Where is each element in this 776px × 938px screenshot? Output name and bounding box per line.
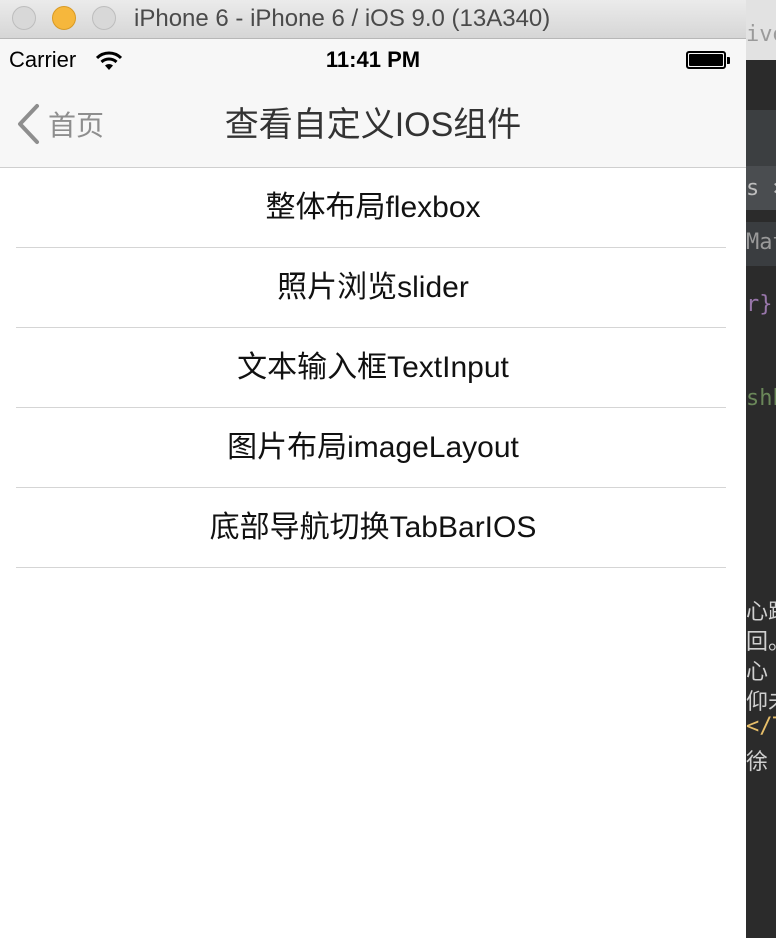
editor-header: Mat bbox=[746, 222, 776, 266]
window-titlebar: iPhone 6 - iPhone 6 / iOS 9.0 (13A340) bbox=[0, 0, 746, 39]
status-time: 11:41 PM bbox=[325, 47, 421, 72]
editor-fragment: 心跳 bbox=[746, 600, 776, 625]
minimize-window-button[interactable] bbox=[52, 6, 76, 30]
list-item-textinput[interactable]: 文本输入框TextInput bbox=[0, 328, 746, 408]
editor-fragment: r} bbox=[746, 292, 773, 317]
component-list: 整体布局flexbox 照片浏览slider 文本输入框TextInput 图片… bbox=[0, 168, 746, 568]
list-item-flexbox[interactable]: 整体布局flexbox bbox=[0, 168, 746, 248]
editor-tab-bar: s × bbox=[746, 166, 776, 210]
editor-fragment: shh bbox=[746, 386, 776, 411]
editor-fragment: </T bbox=[746, 714, 776, 739]
simulator-window: iPhone 6 - iPhone 6 / iOS 9.0 (13A340) C… bbox=[0, 0, 746, 938]
editor-fragment: ive bbox=[746, 22, 776, 47]
list-item-slider[interactable]: 照片浏览slider bbox=[0, 248, 746, 328]
editor-tab-strip: ive bbox=[746, 0, 776, 60]
list-item-label: 整体布局flexbox bbox=[265, 191, 481, 224]
editor-fragment: 回。 bbox=[746, 630, 776, 655]
list-item-label: 文本输入框TextInput bbox=[237, 351, 509, 384]
editor-fragment: 仰未 bbox=[746, 690, 776, 715]
navigation-bar: 首页 查看自定义IOS组件 bbox=[0, 83, 746, 168]
editor-fragment: s × bbox=[746, 176, 776, 201]
page-title: 查看自定义IOS组件 bbox=[224, 106, 522, 144]
editor-fragment: Mat bbox=[746, 230, 776, 255]
editor-fragment: 心 bbox=[746, 660, 769, 685]
zoom-window-button[interactable] bbox=[92, 6, 116, 30]
list-item-label: 图片布局imageLayout bbox=[227, 431, 519, 464]
window-title: iPhone 6 - iPhone 6 / iOS 9.0 (13A340) bbox=[134, 5, 551, 32]
battery-icon bbox=[686, 51, 730, 69]
close-window-button[interactable] bbox=[12, 6, 36, 30]
list-item-tabbarios[interactable]: 底部导航切换TabBarIOS bbox=[0, 488, 746, 568]
list-item-imagelayout[interactable]: 图片布局imageLayout bbox=[0, 408, 746, 488]
editor-toolbar bbox=[746, 110, 776, 166]
row-divider bbox=[16, 567, 726, 568]
editor-fragment: 徐 bbox=[746, 750, 769, 775]
background-editor: ive s × Mat r} shh 心跳 回。 心 仰未 </T 徐 bbox=[746, 0, 776, 938]
list-item-label: 底部导航切换TabBarIOS bbox=[209, 511, 537, 544]
ios-status-bar: Carrier 11:41 PM bbox=[0, 39, 746, 83]
list-item-label: 照片浏览slider bbox=[277, 271, 469, 304]
